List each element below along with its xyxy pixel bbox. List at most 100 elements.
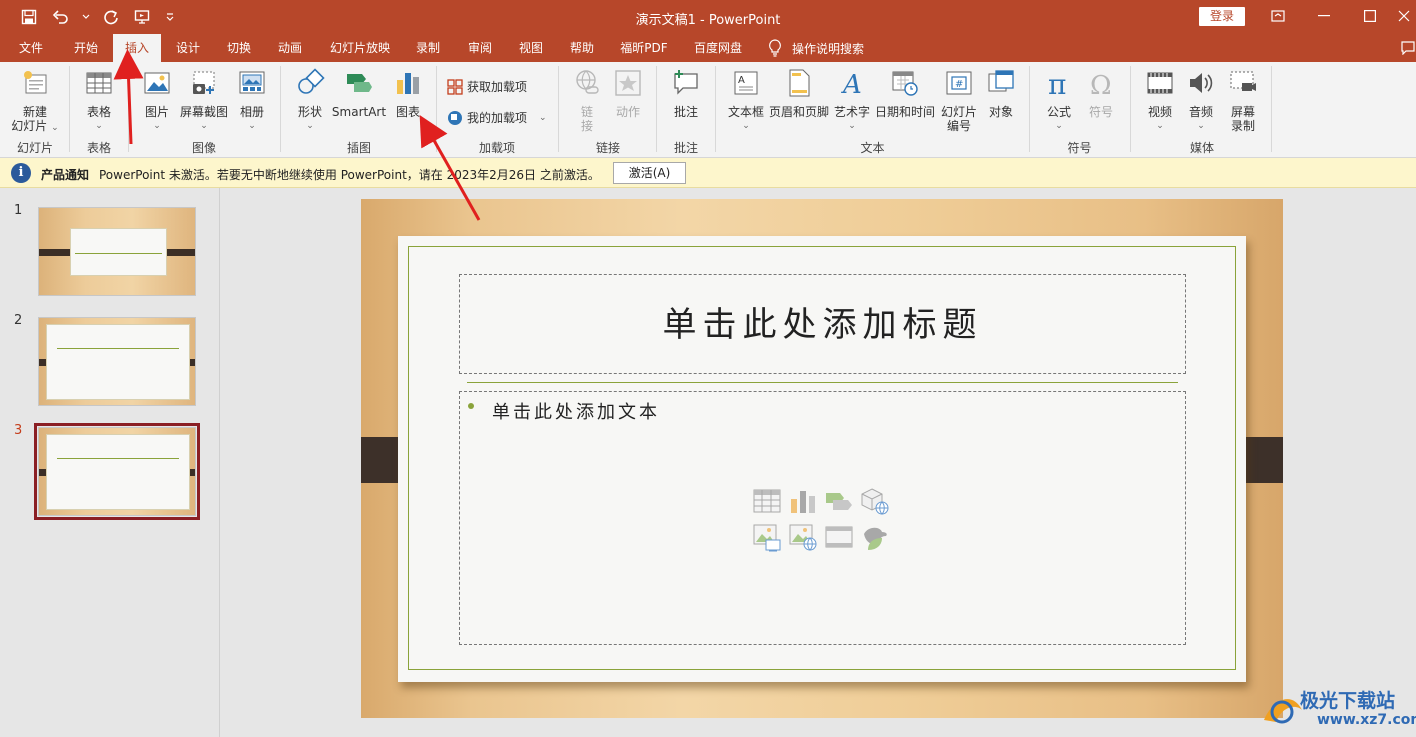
chevron-down-icon: ⌄ bbox=[306, 121, 314, 131]
video-label: 视频 bbox=[1147, 105, 1172, 119]
group-label-tables: 表格 bbox=[86, 141, 111, 155]
tell-me-search[interactable]: 操作说明搜索 bbox=[768, 34, 864, 62]
separator bbox=[69, 66, 70, 152]
header-footer-button[interactable]: 页眉和页脚 bbox=[768, 68, 830, 119]
undo-icon[interactable] bbox=[50, 6, 72, 28]
textbox-label: 文本框 bbox=[727, 105, 764, 119]
my-addins-button[interactable]: 我的加载项 ⌄ bbox=[447, 109, 547, 126]
insert-chart-icon[interactable] bbox=[788, 486, 818, 516]
audio-label: 音频 bbox=[1188, 105, 1213, 119]
separator bbox=[656, 66, 657, 152]
action-button[interactable]: 动作 bbox=[610, 68, 646, 119]
textbox-button[interactable]: A 文本框 ⌄ bbox=[726, 68, 766, 133]
slide-thumbnail-1[interactable] bbox=[38, 207, 196, 296]
photo-album-button[interactable]: 相册 ⌄ bbox=[233, 68, 271, 133]
chevron-down-icon: ⌄ bbox=[848, 121, 856, 131]
new-slide-button[interactable]: 新建 幻灯片 ⌄ bbox=[8, 68, 62, 135]
table-label: 表格 bbox=[86, 105, 111, 119]
thumbnail-card bbox=[70, 228, 167, 276]
shapes-label: 形状 bbox=[297, 105, 322, 119]
svg-text:A: A bbox=[841, 70, 862, 98]
tab-review[interactable]: 审阅 bbox=[460, 34, 500, 62]
date-time-button[interactable]: 日期和时间 bbox=[874, 68, 936, 119]
insert-online-picture-icon[interactable] bbox=[788, 522, 818, 552]
login-button[interactable]: 登录 bbox=[1199, 7, 1245, 26]
chevron-down-icon: ⌄ bbox=[1197, 121, 1205, 131]
present-from-beginning-icon[interactable] bbox=[132, 6, 154, 28]
tab-file[interactable]: 文件 bbox=[12, 34, 50, 62]
my-addins-label: 我的加载项 bbox=[467, 111, 528, 125]
content-insert-icons bbox=[752, 486, 896, 554]
clip-right bbox=[163, 249, 195, 256]
tab-transitions[interactable]: 切换 bbox=[219, 34, 259, 62]
slide-thumbnail-2[interactable] bbox=[38, 317, 196, 406]
redo-icon[interactable] bbox=[100, 6, 122, 28]
current-slide: 单击此处添加标题 单击此处添加文本 bbox=[361, 199, 1283, 718]
chevron-down-icon: ⌄ bbox=[95, 121, 103, 131]
screenshot-icon bbox=[193, 71, 215, 94]
tab-baidu-netdisk[interactable]: 百度网盘 bbox=[686, 34, 750, 62]
get-addins-label: 获取加载项 bbox=[467, 80, 528, 94]
insert-picture-icon[interactable] bbox=[752, 522, 782, 552]
equation-label: 公式 bbox=[1046, 105, 1071, 119]
comments-icon[interactable] bbox=[1400, 36, 1416, 60]
svg-text:Ω: Ω bbox=[1090, 71, 1112, 98]
title-placeholder[interactable]: 单击此处添加标题 bbox=[459, 274, 1186, 374]
tab-view[interactable]: 视图 bbox=[511, 34, 551, 62]
insert-icons-icon[interactable] bbox=[860, 522, 890, 552]
get-addins-button[interactable]: 获取加载项 bbox=[447, 78, 527, 95]
tab-insert[interactable]: 插入 bbox=[113, 34, 161, 62]
screen-recording-button[interactable]: 屏幕 录制 bbox=[1224, 68, 1262, 133]
thumbnail-card bbox=[46, 434, 190, 510]
maximize-button[interactable] bbox=[1350, 4, 1390, 28]
chevron-down-icon: ⌄ bbox=[200, 121, 208, 131]
slide-thumbnail-3[interactable] bbox=[34, 423, 200, 520]
quick-access-toolbar bbox=[18, 6, 176, 28]
chevron-down-icon: ⌄ bbox=[1156, 121, 1164, 131]
comment-button[interactable]: 批注 bbox=[668, 68, 704, 119]
tab-home[interactable]: 开始 bbox=[66, 34, 106, 62]
save-icon[interactable] bbox=[18, 6, 40, 28]
tab-record[interactable]: 录制 bbox=[409, 34, 447, 62]
smartart-button[interactable]: SmartArt bbox=[331, 68, 387, 119]
ribbon-display-options-icon[interactable] bbox=[1258, 4, 1298, 28]
customize-qat-icon[interactable] bbox=[164, 6, 176, 28]
equation-button[interactable]: π 公式 ⌄ bbox=[1041, 68, 1077, 133]
close-button[interactable] bbox=[1392, 4, 1416, 28]
chevron-down-icon[interactable] bbox=[82, 6, 90, 28]
wordart-button[interactable]: A 艺术字 ⌄ bbox=[833, 68, 871, 133]
insert-smartart-icon[interactable] bbox=[824, 486, 854, 516]
minimize-button[interactable] bbox=[1304, 4, 1344, 28]
shapes-button[interactable]: 形状 ⌄ bbox=[292, 68, 328, 133]
picture-label: 图片 bbox=[144, 105, 169, 119]
insert-3d-model-icon[interactable] bbox=[860, 486, 890, 516]
slide-number-button[interactable]: # 幻灯片 编号 bbox=[939, 68, 979, 133]
screenshot-button[interactable]: 屏幕截图 ⌄ bbox=[178, 68, 230, 133]
my-addins-icon bbox=[448, 110, 462, 125]
activate-button[interactable]: 激活(A) bbox=[613, 162, 686, 184]
tab-design[interactable]: 设计 bbox=[168, 34, 208, 62]
slide-number-icon: # bbox=[946, 71, 972, 95]
video-button[interactable]: 视频 ⌄ bbox=[1142, 68, 1178, 133]
link-button[interactable]: 链接 bbox=[570, 68, 604, 133]
tab-help[interactable]: 帮助 bbox=[562, 34, 602, 62]
tab-slideshow[interactable]: 幻灯片放映 bbox=[322, 34, 398, 62]
group-label-media: 媒体 bbox=[1189, 141, 1214, 155]
chart-button[interactable]: 图表 bbox=[391, 68, 425, 119]
insert-table-icon[interactable] bbox=[752, 486, 782, 516]
tab-foxit-pdf[interactable]: 福昕PDF bbox=[614, 34, 674, 62]
table-button[interactable]: 表格 ⌄ bbox=[78, 68, 120, 133]
table-icon bbox=[86, 72, 112, 94]
symbol-button[interactable]: Ω 符号 bbox=[1084, 68, 1118, 119]
chevron-down-icon: ⌄ bbox=[153, 121, 161, 131]
picture-button[interactable]: 图片 ⌄ bbox=[138, 68, 176, 133]
audio-button[interactable]: 音频 ⌄ bbox=[1184, 68, 1218, 133]
powerpoint-window: 演示文稿1 - PowerPoint 登录 文件 开始 插入 设计 切换 动画 … bbox=[0, 0, 1416, 737]
chart-icon bbox=[397, 73, 419, 94]
content-placeholder[interactable]: 单击此处添加文本 bbox=[459, 391, 1186, 645]
insert-video-icon[interactable] bbox=[824, 522, 854, 552]
separator bbox=[558, 66, 559, 152]
object-button[interactable]: 对象 bbox=[983, 68, 1019, 119]
tab-animations[interactable]: 动画 bbox=[270, 34, 310, 62]
clip-left bbox=[39, 249, 71, 256]
